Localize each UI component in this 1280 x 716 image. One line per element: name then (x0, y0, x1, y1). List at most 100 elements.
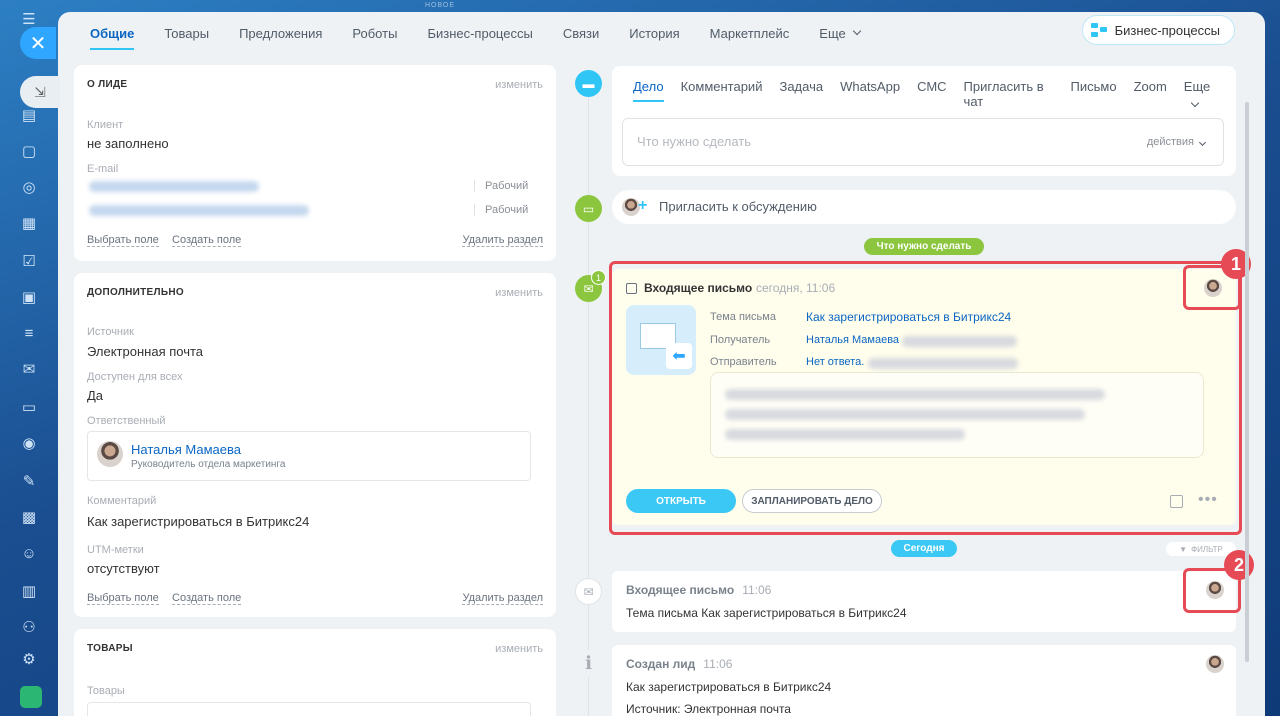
chat-icon[interactable]: ▢ (18, 140, 40, 162)
activity-editor: Дело Комментарий Задача WhatsApp СМС При… (612, 66, 1236, 176)
scrollbar[interactable] (1245, 102, 1249, 662)
envelope-icon: ✉ (575, 578, 602, 605)
email-type: Рабочий (474, 180, 528, 192)
editor-tab-task[interactable]: Задача (779, 79, 823, 109)
highlight-frame (609, 261, 1242, 535)
editor-tabs: Дело Комментарий Задача WhatsApp СМС При… (633, 79, 1236, 109)
comment-label: Комментарий (87, 495, 157, 507)
history-text-source: Источник: Электронная почта (626, 702, 791, 716)
target-icon[interactable]: ◉ (18, 432, 40, 454)
source-label: Источник (87, 326, 134, 338)
chevron-down-icon (1190, 98, 1200, 108)
about-lead-card: О ЛИДЕ изменить Клиент не заполнено E-ma… (74, 65, 556, 261)
editor-tab-whatsapp[interactable]: WhatsApp (840, 79, 900, 109)
editor-tab-invite-chat[interactable]: Пригласить в чат (964, 79, 1054, 109)
disk-icon[interactable]: ◎ (18, 176, 40, 198)
editor-tab-comment[interactable]: Комментарий (681, 79, 763, 109)
docs-icon[interactable]: ▦ (18, 212, 40, 234)
chevron-down-icon (852, 26, 861, 36)
history-text: Тема письма Как зарегистрироваться в Бит… (626, 606, 907, 620)
contacts-icon[interactable]: ▩ (18, 506, 40, 528)
actions-label: действия (1146, 136, 1194, 148)
edit-link[interactable]: изменить (495, 287, 543, 299)
card-title: ДОПОЛНИТЕЛЬНО (87, 287, 184, 298)
client-label: Клиент (87, 119, 124, 131)
avatar (97, 441, 123, 467)
filter-button[interactable]: ▼ ФИЛЬТР (1166, 542, 1236, 556)
close-slider-button[interactable]: ✕ (20, 27, 56, 59)
choose-field-link[interactable]: Выбрать поле (87, 234, 159, 247)
create-field-link[interactable]: Создать поле (172, 592, 242, 605)
tab-products[interactable]: Товары (164, 12, 209, 54)
document-icon[interactable]: ▥ (18, 580, 40, 602)
minimize-slider-button[interactable]: ⇲ (20, 76, 60, 108)
history-title: Создан лид 11:06 (626, 657, 732, 671)
calendar-icon[interactable]: ▣ (18, 286, 40, 308)
products-box[interactable] (87, 702, 531, 716)
email-label: E-mail (87, 163, 119, 175)
editor-tab-activity[interactable]: Дело (633, 79, 664, 109)
editor-tab-more-label: Еще (1183, 79, 1211, 94)
editor-tab-zoom[interactable]: Zoom (1134, 79, 1167, 109)
client-value: не заполнено (87, 136, 169, 151)
today-pill: Сегодня (891, 540, 957, 557)
card-title: О ЛИДЕ (87, 79, 128, 90)
info-icon: ℹ (575, 650, 602, 677)
left-sidebar: ☰ ✕ ⇲ ▤ ▢ ◎ ▦ ☑ ▣ ≡ ✉ ▭ ◉ ✎ ▩ ☺ ▥ ⚇ ⚙ (0, 0, 60, 716)
timeline-line (588, 72, 589, 716)
chat-bubble-icon: ▬ (575, 70, 602, 97)
tab-business-processes[interactable]: Бизнес-процессы (427, 12, 532, 54)
comment-icon: ▭ (575, 195, 602, 222)
tab-general[interactable]: Общие (90, 12, 135, 54)
delete-section-link[interactable]: Удалить раздел (462, 234, 543, 247)
tab-marketplace[interactable]: Маркетплейс (710, 12, 790, 54)
counter-badge: 1 (591, 270, 606, 285)
editor-tab-more[interactable]: Еще (1184, 79, 1219, 109)
card-title: ТОВАРЫ (87, 643, 133, 654)
mail-icon[interactable]: ✉ (18, 358, 40, 380)
invite-to-discussion[interactable]: + Пригласить к обсуждению (612, 190, 1236, 224)
checklist-icon[interactable]: ☑ (18, 250, 40, 272)
additional-card: ДОПОЛНИТЕЛЬНО изменить Источник Электрон… (74, 273, 556, 617)
todo-placeholder: Что нужно сделать (637, 134, 751, 149)
editor-tab-sms[interactable]: СМС (917, 79, 946, 109)
flow-icon (1090, 23, 1107, 37)
history-time: 11:06 (703, 657, 733, 671)
settings-icon[interactable]: ⚙ (18, 648, 40, 670)
pen-icon[interactable]: ✎ (18, 470, 40, 492)
history-item: Входящее письмо 11:06 Тема письма Как зар… (612, 571, 1236, 632)
choose-field-link[interactable]: Выбрать поле (87, 592, 159, 605)
responsible-name[interactable]: Наталья Мамаева (131, 442, 241, 457)
app-icon[interactable] (20, 686, 42, 708)
tab-offers[interactable]: Предложения (239, 12, 322, 54)
card-icon[interactable]: ▭ (18, 396, 40, 418)
top-hint: НОВОЕ (425, 2, 456, 9)
responsible-box[interactable]: Наталья Мамаева Руководитель отдела марк… (87, 431, 531, 481)
email-type: Рабочий (474, 204, 528, 216)
filter-label: ФИЛЬТР (1191, 544, 1223, 554)
create-field-link[interactable]: Создать поле (172, 234, 242, 247)
avatar[interactable] (1206, 655, 1224, 673)
robot-icon[interactable]: ⚇ (18, 616, 40, 638)
products-label: Товары (87, 685, 125, 697)
plus-icon: + (638, 197, 648, 214)
available-value: Да (87, 388, 104, 403)
source-value: Электронная почта (87, 344, 204, 359)
tab-robots[interactable]: Роботы (352, 12, 397, 54)
edit-link[interactable]: изменить (495, 643, 543, 655)
users-icon[interactable]: ☺ (18, 542, 40, 564)
tab-history[interactable]: История (629, 12, 679, 54)
responsible-label: Ответственный (87, 415, 166, 427)
editor-tab-letter[interactable]: Письмо (1071, 79, 1117, 109)
actions-dropdown[interactable]: действия (1146, 136, 1207, 148)
edit-link[interactable]: изменить (495, 79, 543, 91)
delete-section-link[interactable]: Удалить раздел (462, 592, 543, 605)
business-processes-button[interactable]: Бизнес-процессы (1081, 15, 1235, 45)
callout-badge-2: 2 (1224, 550, 1254, 580)
filter-icon[interactable]: ≡ (18, 322, 40, 344)
tab-links[interactable]: Связи (563, 12, 599, 54)
responsible-position: Руководитель отдела маркетинга (131, 459, 286, 470)
products-card: ТОВАРЫ изменить Товары (74, 629, 556, 716)
todo-input[interactable]: Что нужно сделать действия (622, 118, 1224, 166)
tab-more[interactable]: Еще (819, 12, 861, 54)
